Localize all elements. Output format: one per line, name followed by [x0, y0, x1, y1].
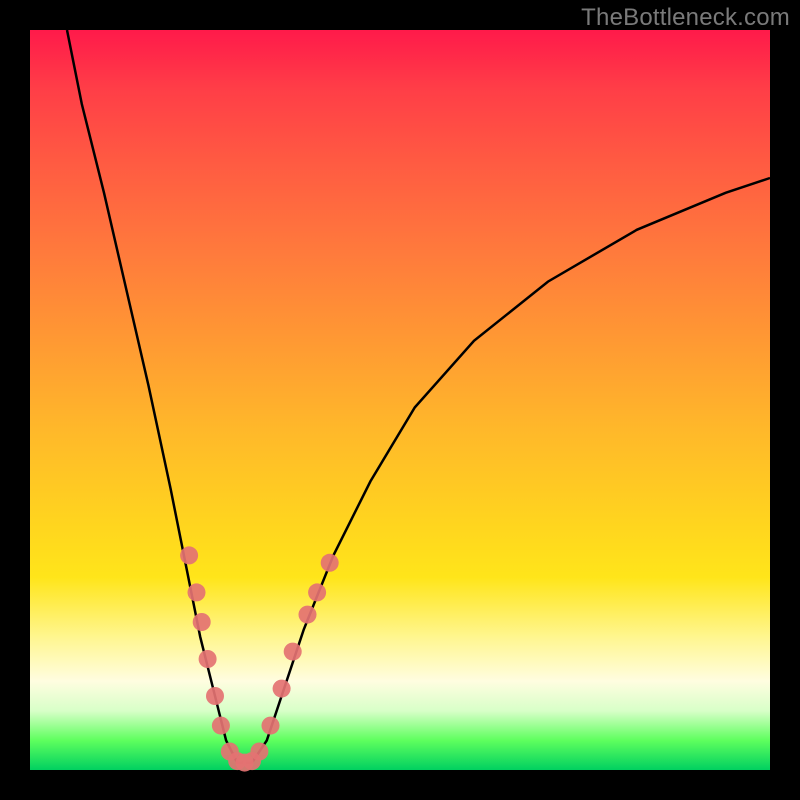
bottleneck-curve: [67, 30, 770, 763]
scatter-dot: [250, 743, 268, 761]
scatter-dot: [188, 583, 206, 601]
scatter-dot: [321, 554, 339, 572]
scatter-dot: [308, 583, 326, 601]
scatter-group: [180, 546, 339, 771]
scatter-dot: [262, 717, 280, 735]
scatter-dot: [212, 717, 230, 735]
outer-frame: TheBottleneck.com: [0, 0, 800, 800]
chart-overlay: [30, 30, 770, 770]
scatter-dot: [180, 546, 198, 564]
scatter-dot: [273, 680, 291, 698]
scatter-dot: [284, 643, 302, 661]
scatter-dot: [206, 687, 224, 705]
scatter-dot: [299, 606, 317, 624]
watermark-text: TheBottleneck.com: [581, 4, 790, 32]
scatter-dot: [193, 613, 211, 631]
scatter-dot: [199, 650, 217, 668]
